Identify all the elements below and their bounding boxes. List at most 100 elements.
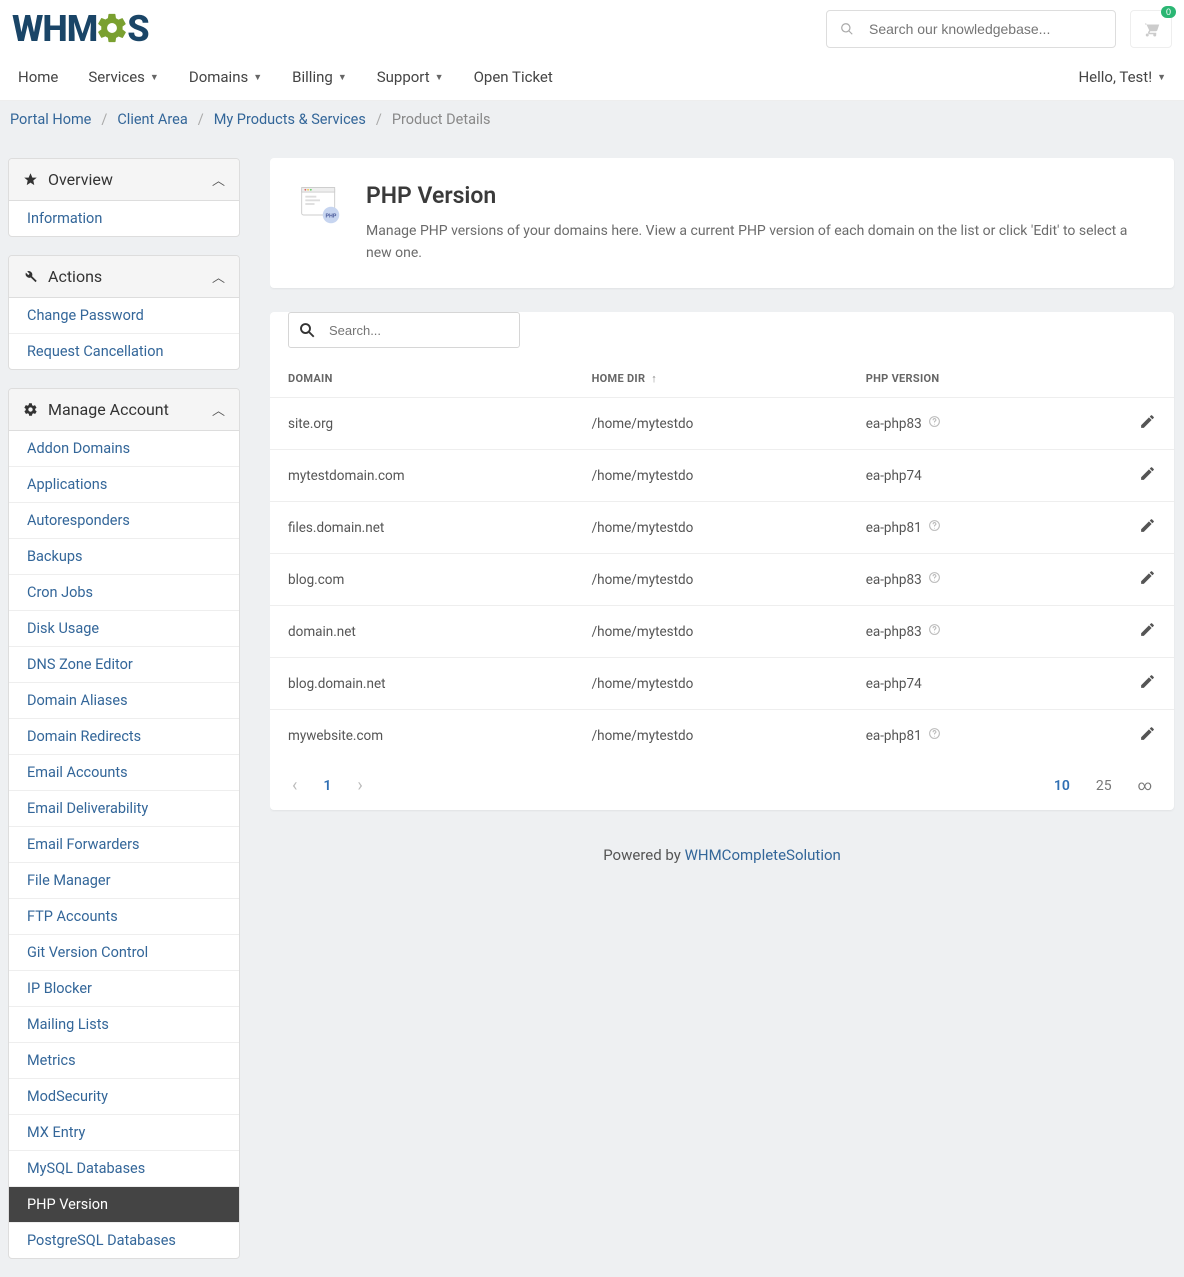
- footer: Powered by WHMCompleteSolution: [270, 834, 1174, 894]
- cell-homedir: /home/mytestdo: [574, 710, 848, 762]
- sidebar-item-domain-redirects[interactable]: Domain Redirects: [9, 718, 239, 754]
- col-home-dir[interactable]: HOME DIR↑: [574, 358, 848, 398]
- sidebar-item-request-cancellation[interactable]: Request Cancellation: [9, 333, 239, 369]
- sidebar-item-mx-entry[interactable]: MX Entry: [9, 1114, 239, 1150]
- help-icon[interactable]: [928, 623, 941, 636]
- edit-button[interactable]: [1139, 465, 1156, 482]
- help-icon[interactable]: [928, 519, 941, 532]
- col-php-version[interactable]: PHP VERSION: [848, 358, 1069, 398]
- help-icon[interactable]: [928, 727, 941, 740]
- sidebar-item-modsecurity[interactable]: ModSecurity: [9, 1078, 239, 1114]
- help-icon[interactable]: [928, 571, 941, 584]
- sidebar-item-backups[interactable]: Backups: [9, 538, 239, 574]
- breadcrumb-link[interactable]: Portal Home: [10, 111, 91, 128]
- page-subtitle: Manage PHP versions of your domains here…: [366, 221, 1146, 264]
- nav-services[interactable]: Services▼: [88, 54, 158, 100]
- sidebar-item-mysql-databases[interactable]: MySQL Databases: [9, 1150, 239, 1186]
- edit-button[interactable]: [1139, 517, 1156, 534]
- cell-domain: blog.domain.net: [270, 658, 574, 710]
- table-row: blog.com/home/mytestdoea-php83: [270, 554, 1174, 606]
- sidebar-item-information[interactable]: Information: [9, 201, 239, 236]
- page-size-25[interactable]: 25: [1096, 778, 1112, 794]
- greeting-text: Hello, Test!: [1078, 68, 1152, 86]
- sidebar-item-cron-jobs[interactable]: Cron Jobs: [9, 574, 239, 610]
- page-prev-button[interactable]: ‹: [292, 775, 297, 796]
- gear-icon: [95, 11, 129, 45]
- cell-domain: mywebsite.com: [270, 710, 574, 762]
- cell-domain: files.domain.net: [270, 502, 574, 554]
- sidebar-item-change-password[interactable]: Change Password: [9, 298, 239, 333]
- manage-panel-head[interactable]: Manage Account ︿: [9, 389, 239, 431]
- svg-text:PHP: PHP: [326, 213, 337, 219]
- sidebar-item-mailing-lists[interactable]: Mailing Lists: [9, 1006, 239, 1042]
- logo[interactable]: WHM S: [12, 8, 149, 50]
- sidebar-item-php-version[interactable]: PHP Version: [9, 1186, 239, 1222]
- cell-phpversion: ea-php81: [848, 502, 1069, 554]
- sidebar-item-metrics[interactable]: Metrics: [9, 1042, 239, 1078]
- breadcrumb-link[interactable]: My Products & Services: [214, 111, 366, 128]
- page-current[interactable]: 1: [323, 778, 331, 794]
- kb-search: [826, 10, 1116, 48]
- actions-panel: Actions ︿ Change PasswordRequest Cancell…: [8, 255, 240, 370]
- table-row: files.domain.net/home/mytestdoea-php81: [270, 502, 1174, 554]
- cell-domain: site.org: [270, 398, 574, 450]
- cell-phpversion: ea-php83: [848, 398, 1069, 450]
- edit-button[interactable]: [1139, 569, 1156, 586]
- search-icon: [840, 22, 854, 36]
- edit-button[interactable]: [1139, 413, 1156, 430]
- greeting-dropdown[interactable]: Hello, Test! ▼: [1078, 68, 1166, 86]
- sidebar-item-git-version-control[interactable]: Git Version Control: [9, 934, 239, 970]
- sidebar-item-email-accounts[interactable]: Email Accounts: [9, 754, 239, 790]
- chevron-down-icon: ▼: [435, 72, 444, 83]
- page-size-∞[interactable]: ∞: [1138, 778, 1152, 794]
- sidebar-item-email-deliverability[interactable]: Email Deliverability: [9, 790, 239, 826]
- panel-title: Overview: [48, 170, 113, 189]
- cell-homedir: /home/mytestdo: [574, 398, 848, 450]
- edit-button[interactable]: [1139, 673, 1156, 690]
- cell-phpversion: ea-php81: [848, 710, 1069, 762]
- overview-panel: Overview ︿ Information: [8, 158, 240, 237]
- nav-home[interactable]: Home: [18, 54, 58, 100]
- sidebar-item-ftp-accounts[interactable]: FTP Accounts: [9, 898, 239, 934]
- table-search-input[interactable]: [288, 312, 520, 348]
- breadcrumb-link[interactable]: Client Area: [117, 111, 187, 128]
- sidebar-item-autoresponders[interactable]: Autoresponders: [9, 502, 239, 538]
- page-next-button[interactable]: ›: [357, 775, 362, 796]
- nav-support[interactable]: Support▼: [377, 54, 444, 100]
- cell-phpversion: ea-php83: [848, 606, 1069, 658]
- sidebar-item-ip-blocker[interactable]: IP Blocker: [9, 970, 239, 1006]
- cell-domain: domain.net: [270, 606, 574, 658]
- nav-domains[interactable]: Domains▼: [189, 54, 262, 100]
- sidebar-item-dns-zone-editor[interactable]: DNS Zone Editor: [9, 646, 239, 682]
- breadcrumb: Portal Home/Client Area/My Products & Se…: [0, 101, 1184, 138]
- col-domain[interactable]: DOMAIN: [270, 358, 574, 398]
- cell-homedir: /home/mytestdo: [574, 658, 848, 710]
- edit-button[interactable]: [1139, 725, 1156, 742]
- chevron-down-icon: ▼: [1157, 72, 1166, 83]
- nav-billing[interactable]: Billing▼: [292, 54, 347, 100]
- nav-open-ticket[interactable]: Open Ticket: [474, 54, 553, 100]
- kb-search-input[interactable]: [826, 10, 1116, 48]
- cell-homedir: /home/mytestdo: [574, 606, 848, 658]
- sidebar-item-file-manager[interactable]: File Manager: [9, 862, 239, 898]
- cell-homedir: /home/mytestdo: [574, 554, 848, 606]
- sidebar-item-disk-usage[interactable]: Disk Usage: [9, 610, 239, 646]
- sidebar-item-email-forwarders[interactable]: Email Forwarders: [9, 826, 239, 862]
- help-icon[interactable]: [928, 415, 941, 428]
- sidebar-item-domain-aliases[interactable]: Domain Aliases: [9, 682, 239, 718]
- table-row: mywebsite.com/home/mytestdoea-php81: [270, 710, 1174, 762]
- sidebar-item-addon-domains[interactable]: Addon Domains: [9, 431, 239, 466]
- overview-panel-head[interactable]: Overview ︿: [9, 159, 239, 201]
- sidebar-item-postgresql-databases[interactable]: PostgreSQL Databases: [9, 1222, 239, 1258]
- actions-panel-head[interactable]: Actions ︿: [9, 256, 239, 298]
- manage-panel: Manage Account ︿ Addon DomainsApplicatio…: [8, 388, 240, 1259]
- footer-link[interactable]: WHMCompleteSolution: [685, 846, 841, 864]
- edit-button[interactable]: [1139, 621, 1156, 638]
- cart-button[interactable]: 0: [1130, 10, 1172, 48]
- chevron-up-icon: ︿: [212, 267, 225, 286]
- sidebar-item-applications[interactable]: Applications: [9, 466, 239, 502]
- panel-title: Manage Account: [48, 400, 169, 419]
- page-size-10[interactable]: 10: [1054, 778, 1070, 794]
- search-icon: [298, 321, 316, 339]
- main-nav: Home Services▼ Domains▼ Billing▼ Support▼ Ope…: [18, 54, 553, 100]
